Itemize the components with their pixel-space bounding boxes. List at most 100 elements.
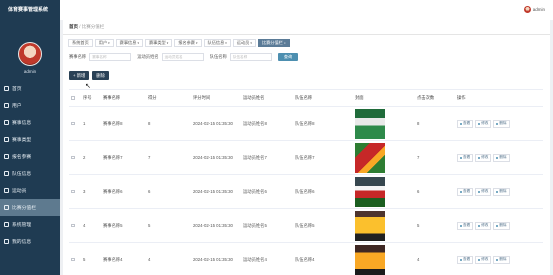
type-icon bbox=[4, 137, 9, 142]
table-row[interactable]: 1 赛事名称8 8 2024-02-15 01:35:30 运动员姓名8 队伍名称8 8 查看… bbox=[69, 107, 543, 141]
cover-image[interactable] bbox=[355, 210, 385, 241]
edit-label: 修改 bbox=[481, 257, 489, 261]
tab-7[interactable]: 比赛分值栏 × bbox=[257, 39, 290, 47]
delete-label: 删除 bbox=[499, 223, 507, 227]
view-button[interactable]: 查看 bbox=[457, 255, 474, 264]
delete-row-button[interactable]: 删除 bbox=[493, 153, 510, 162]
view-button[interactable]: 查看 bbox=[457, 221, 474, 230]
sidebar-item-8[interactable]: 系统管理 bbox=[0, 216, 60, 233]
sidebar-item-5[interactable]: 队伍信息 bbox=[0, 165, 60, 182]
tab-label: 系统首页 bbox=[72, 40, 89, 45]
athlete-icon bbox=[4, 188, 9, 193]
sidebar-item-1[interactable]: 用户 bbox=[0, 97, 60, 114]
cover-image[interactable] bbox=[355, 142, 385, 173]
row-index: 1 bbox=[83, 121, 86, 126]
edit-label: 修改 bbox=[481, 121, 489, 125]
sidebar-item-7[interactable]: 比赛分值栏 bbox=[0, 199, 60, 216]
row-checkbox[interactable] bbox=[71, 121, 75, 125]
tab-2[interactable]: 赛事信息 ▾ bbox=[115, 39, 143, 47]
athlete-cell: 运动员姓名5 bbox=[243, 222, 267, 228]
row-checkbox[interactable] bbox=[71, 155, 75, 159]
event-name-cell: 赛事名称8 bbox=[103, 120, 123, 126]
edit-button[interactable]: 修改 bbox=[475, 153, 492, 162]
sidebar-item-label: 用户 bbox=[12, 104, 22, 109]
delete-label: 删除 bbox=[499, 155, 507, 159]
chevron-down-icon[interactable]: ▾ bbox=[108, 41, 110, 45]
cover-image[interactable] bbox=[355, 244, 385, 275]
sidebar-item-4[interactable]: 报名参赛 bbox=[0, 148, 60, 165]
view-label: 查看 bbox=[463, 257, 471, 261]
system-icon bbox=[4, 222, 9, 227]
view-button[interactable]: 查看 bbox=[457, 119, 474, 128]
delete-row-button[interactable]: 删除 bbox=[493, 255, 510, 264]
delete-row-button[interactable]: 删除 bbox=[493, 119, 510, 128]
search-button[interactable]: 查询 bbox=[277, 53, 299, 61]
close-icon[interactable]: × bbox=[284, 41, 286, 45]
edit-button[interactable]: 修改 bbox=[475, 221, 492, 230]
tab-4[interactable]: 报名参赛 ▾ bbox=[174, 39, 202, 47]
table-row[interactable]: 5 赛事名称4 4 2024-02-15 01:35:30 运动员姓名4 队伍名称4 4 查看… bbox=[69, 243, 543, 275]
delete-icon bbox=[496, 122, 499, 125]
chevron-down-icon[interactable]: ▾ bbox=[225, 41, 227, 45]
time-cell: 2024-02-15 01:35:30 bbox=[193, 223, 233, 228]
column-header: 操作 bbox=[457, 95, 466, 100]
chevron-down-icon[interactable]: ▾ bbox=[137, 41, 139, 45]
sidebar-item-6[interactable]: 运动员 bbox=[0, 182, 60, 199]
sidebar-item-3[interactable]: 赛事类型 bbox=[0, 131, 60, 148]
table-row[interactable]: 3 赛事名称6 6 2024-02-15 01:35:30 运动员姓名6 队伍名称6 6 查看… bbox=[69, 175, 543, 209]
chevron-down-icon[interactable]: ▾ bbox=[250, 41, 252, 45]
row-checkbox[interactable] bbox=[71, 189, 75, 193]
delete-row-button[interactable]: 删除 bbox=[493, 221, 510, 230]
sidebar-item-0[interactable]: 首页 bbox=[0, 80, 60, 97]
edit-button[interactable]: 修改 bbox=[475, 255, 492, 264]
user-menu[interactable]: admin bbox=[523, 6, 545, 13]
cover-cell bbox=[353, 210, 415, 241]
add-button[interactable]: + 新增 bbox=[69, 71, 90, 80]
time-cell: 2024-02-15 01:35:30 bbox=[193, 121, 233, 126]
select-all-checkbox[interactable] bbox=[71, 96, 75, 100]
table-row[interactable]: 4 赛事名称5 5 2024-02-15 01:35:30 运动员姓名5 队伍名称5 5 查看… bbox=[69, 209, 543, 243]
column-header: 序号 bbox=[83, 95, 92, 100]
tab-3[interactable]: 赛事类型 ▾ bbox=[144, 39, 173, 47]
delete-button[interactable]: 删除 bbox=[92, 71, 109, 80]
score-table: 序号 赛事名称 得分 评分时间 运动员姓名 队伍名称 封面 点击次数 操作 1 赛事名称8 8 2024… bbox=[69, 89, 543, 275]
chevron-down-icon[interactable]: ▾ bbox=[196, 41, 198, 45]
cover-image[interactable] bbox=[355, 108, 385, 139]
edit-icon bbox=[478, 258, 481, 261]
edit-label: 修改 bbox=[481, 223, 489, 227]
tab-1[interactable]: 用户 ▾ bbox=[94, 39, 114, 47]
athlete-name-input[interactable]: 运动员姓名 bbox=[161, 53, 204, 61]
avatar[interactable] bbox=[18, 42, 42, 66]
sidebar-item-9[interactable]: 我的信息 bbox=[0, 233, 60, 250]
table-row[interactable]: 2 赛事名称7 7 2024-02-15 01:35:30 运动员姓名7 队伍名称7 7 查看… bbox=[69, 141, 543, 175]
tab-bar: 系统首页 用户 ▾ 赛事信息 ▾ 赛事类型 ▾ 报名参赛 ▾ 队伍信息 ▾ 运动员 ▾ 比赛分值栏 × bbox=[68, 39, 290, 47]
cover-cell bbox=[353, 244, 415, 275]
signup-icon bbox=[4, 154, 9, 159]
delete-label: 删除 bbox=[499, 189, 507, 193]
tab-6[interactable]: 运动员 ▾ bbox=[232, 39, 256, 47]
view-button[interactable]: 查看 bbox=[457, 187, 474, 196]
row-select-cell bbox=[69, 257, 81, 262]
tab-5[interactable]: 队伍信息 ▾ bbox=[203, 39, 231, 47]
row-checkbox[interactable] bbox=[71, 223, 75, 227]
edit-button[interactable]: 修改 bbox=[475, 187, 492, 196]
row-select-cell bbox=[69, 121, 81, 126]
info-icon bbox=[4, 120, 9, 125]
delete-row-button[interactable]: 删除 bbox=[493, 187, 510, 196]
team-name-input[interactable]: 队伍名称 bbox=[229, 53, 272, 61]
edit-label: 修改 bbox=[481, 189, 489, 193]
tab-0[interactable]: 系统首页 bbox=[68, 39, 93, 47]
edit-icon bbox=[478, 224, 481, 227]
breadcrumb-home[interactable]: 首页 bbox=[69, 24, 78, 29]
row-checkbox[interactable] bbox=[71, 257, 75, 261]
chevron-down-icon[interactable]: ▾ bbox=[167, 41, 169, 45]
view-icon bbox=[460, 258, 462, 261]
sidebar-item-label: 比赛分值栏 bbox=[12, 206, 36, 211]
cover-image[interactable] bbox=[355, 176, 385, 207]
column-header: 队伍名称 bbox=[295, 95, 313, 100]
edit-button[interactable]: 修改 bbox=[475, 119, 492, 128]
view-button[interactable]: 查看 bbox=[457, 153, 474, 162]
sidebar-item-label: 赛事类型 bbox=[12, 138, 32, 143]
event-name-input[interactable]: 赛事名称 bbox=[89, 53, 132, 61]
sidebar-item-2[interactable]: 赛事信息 bbox=[0, 114, 60, 131]
